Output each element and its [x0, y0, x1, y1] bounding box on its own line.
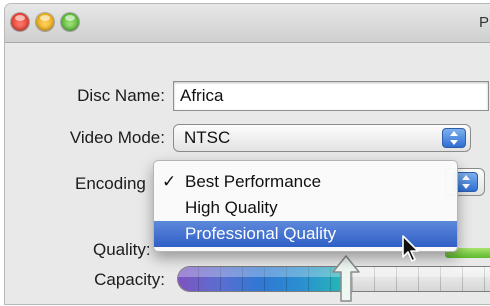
video-mode-value: NTSC [184, 128, 231, 147]
menu-item-label: High Quality [185, 198, 278, 217]
popup-stepper-icon [442, 128, 466, 148]
minimize-button[interactable] [36, 13, 54, 31]
title-bar: P [5, 4, 490, 43]
quality-label: Quality: [93, 240, 151, 259]
encoding-label: Encoding [75, 174, 146, 193]
capacity-marker-arrow [332, 255, 360, 302]
disc-name-field[interactable]: Africa [173, 81, 489, 111]
menu-item-label: Professional Quality [185, 224, 337, 243]
window-title: P [478, 14, 489, 31]
menu-item-best-performance[interactable]: ✓ Best Performance [154, 169, 457, 195]
menu-item-label: Best Performance [185, 172, 322, 191]
capacity-label: Capacity: [94, 270, 165, 289]
zoom-button[interactable] [61, 13, 79, 31]
video-mode-label: Video Mode: [69, 128, 165, 147]
menu-item-high-quality[interactable]: High Quality [154, 195, 457, 221]
mouse-pointer-icon [402, 235, 419, 262]
check-icon: ✓ [162, 172, 177, 191]
video-mode-popup[interactable]: NTSC [173, 124, 471, 152]
disc-name-label: Disc Name: [77, 86, 165, 105]
close-button[interactable] [11, 13, 29, 31]
